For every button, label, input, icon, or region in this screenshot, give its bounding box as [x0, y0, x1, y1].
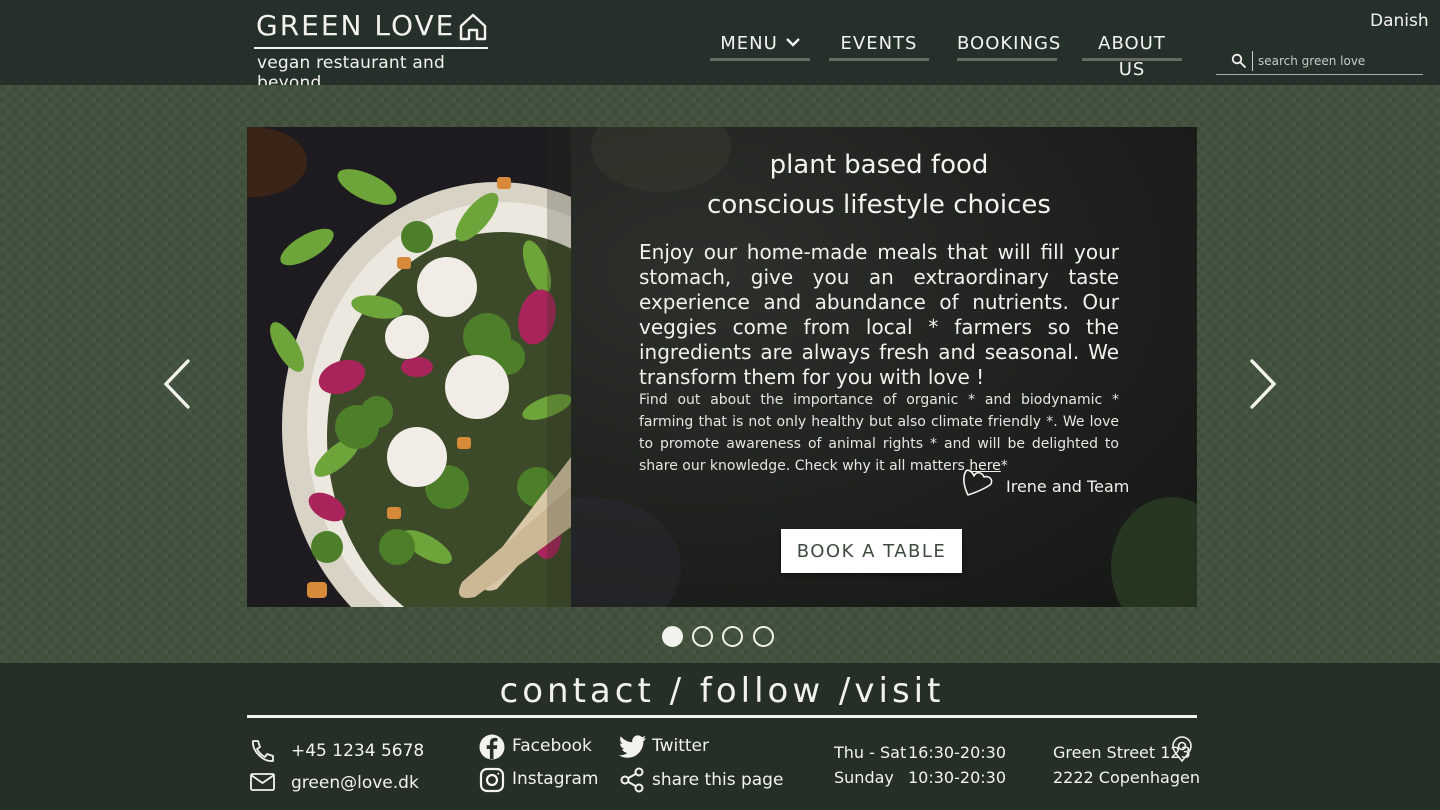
- signoff: Irene and Team: [960, 467, 1130, 501]
- detail-text: Find out about the importance of organic…: [639, 392, 1119, 474]
- opening-hours: Thu - Sat 16:30-20:30 Sunday 10:30-20:30: [834, 740, 1006, 790]
- nav-item-menu[interactable]: MENU: [710, 31, 810, 61]
- hours-day: Sunday: [834, 768, 894, 787]
- instagram-icon: [479, 767, 505, 793]
- carousel-dot-3[interactable]: [722, 626, 743, 647]
- instagram-link[interactable]: Instagram: [479, 767, 599, 795]
- phone-icon: [252, 740, 274, 762]
- search-bar: [1216, 50, 1423, 75]
- search-input[interactable]: [1252, 51, 1417, 71]
- language-switch[interactable]: Danish: [1370, 11, 1429, 31]
- facebook-icon: [479, 734, 505, 760]
- headline-line-1: plant based food: [769, 150, 989, 180]
- hours-time: 10:30-20:30: [908, 768, 1006, 787]
- book-table-button[interactable]: BOOK A TABLE: [781, 529, 962, 573]
- hero-headline: plant based food conscious lifestyle cho…: [623, 145, 1135, 225]
- home-icon[interactable]: [458, 12, 488, 42]
- carousel-dot-1[interactable]: [662, 626, 683, 647]
- carousel-dot-2[interactable]: [692, 626, 713, 647]
- nav-item-bookings[interactable]: BOOKINGS: [957, 31, 1060, 61]
- hero-lead-text: Enjoy our home-made meals that will fill…: [639, 240, 1119, 389]
- share-label: share this page: [652, 770, 784, 790]
- footer-title: contact / follow /visit: [499, 671, 945, 711]
- nav-item-label: BOOKINGS: [957, 33, 1062, 54]
- phone-number: +45 1234 5678: [291, 741, 425, 761]
- brand[interactable]: GREEN LOVE vegan restaurant and beyond: [254, 8, 488, 93]
- site-footer: contact / follow /visit +45 1234 5678 gr…: [0, 663, 1440, 810]
- chevron-left-icon[interactable]: [162, 358, 192, 410]
- carousel-dot-4[interactable]: [753, 626, 774, 647]
- brand-title[interactable]: GREEN LOVE: [254, 8, 488, 44]
- nav-item-about-us[interactable]: ABOUT US: [1082, 31, 1182, 80]
- signoff-text: Irene and Team: [1006, 477, 1130, 496]
- hero-detail-text: Find out about the importance of organic…: [639, 389, 1119, 477]
- twitter-link[interactable]: Twitter: [619, 735, 729, 761]
- twitter-label: Twitter: [652, 736, 709, 756]
- share-page-link[interactable]: share this page: [619, 767, 784, 795]
- hours-row: Sunday 10:30-20:30: [834, 765, 1006, 790]
- hours-day: Thu - Sat: [834, 743, 907, 762]
- nav-item-label: MENU: [720, 33, 778, 54]
- food-bowl-photo: [247, 127, 571, 607]
- mail-icon: [250, 773, 275, 791]
- nav-item-label: ABOUT US: [1098, 33, 1166, 80]
- address-line-2: 2222 Copenhagen: [1053, 768, 1200, 787]
- share-icon: [620, 767, 644, 793]
- salad-bowl-illustration: [247, 127, 571, 607]
- hours-row: Thu - Sat 16:30-20:30: [834, 740, 1006, 765]
- nav-item-label: EVENTS: [840, 33, 918, 54]
- facebook-label: Facebook: [512, 736, 592, 756]
- site-header: GREEN LOVE vegan restaurant and beyond M…: [0, 0, 1440, 93]
- hero-text-panel: plant based food conscious lifestyle cho…: [571, 127, 1197, 607]
- email-link[interactable]: green@love.dk: [249, 770, 419, 796]
- search-icon[interactable]: [1231, 53, 1247, 69]
- headline-line-2: conscious lifestyle choices: [707, 190, 1051, 220]
- heart-icon: [963, 469, 993, 496]
- map-pin-icon[interactable]: [1171, 736, 1193, 762]
- chevron-down-icon: [785, 38, 800, 47]
- phone-link[interactable]: +45 1234 5678: [249, 738, 424, 764]
- footer-divider: [247, 715, 1197, 718]
- brand-divider: [254, 47, 488, 49]
- facebook-link[interactable]: Facebook: [479, 734, 599, 762]
- hours-time: 16:30-20:30: [908, 743, 1006, 762]
- instagram-label: Instagram: [512, 769, 599, 789]
- nav-item-events[interactable]: EVENTS: [829, 31, 929, 61]
- chevron-right-icon[interactable]: [1248, 358, 1278, 410]
- email-address: green@love.dk: [291, 773, 419, 793]
- hero-slide: plant based food conscious lifestyle cho…: [247, 127, 1197, 607]
- twitter-icon: [619, 735, 646, 758]
